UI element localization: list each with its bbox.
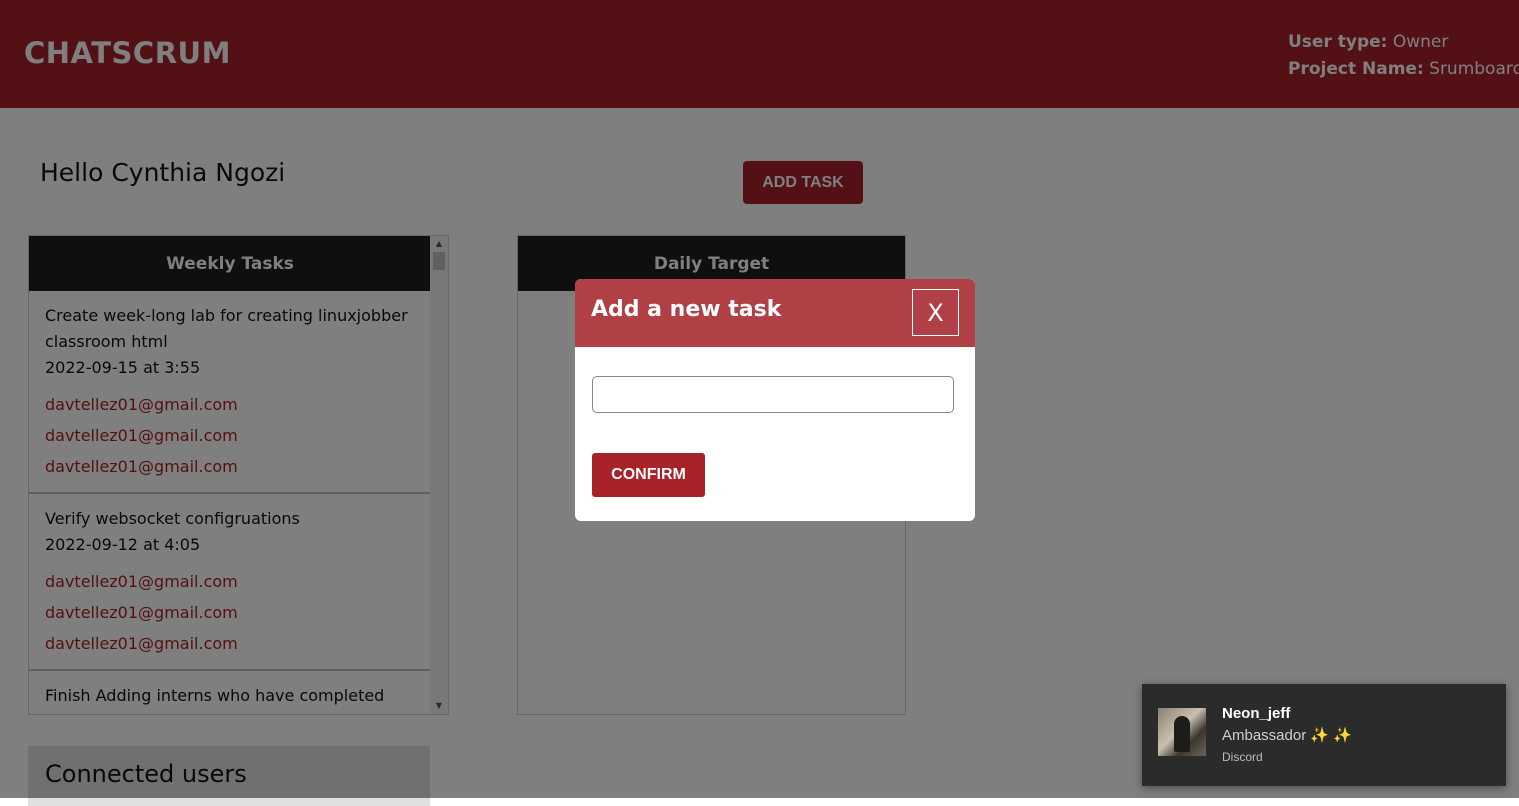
avatar xyxy=(1158,708,1206,756)
notification-user-name: Neon_jeff xyxy=(1222,705,1291,722)
modal-title: Add a new task xyxy=(591,297,782,322)
notification-source: Discord xyxy=(1222,750,1263,764)
confirm-button[interactable]: CONFIRM xyxy=(592,453,705,497)
close-modal-button[interactable]: X xyxy=(912,289,959,336)
modal-header: Add a new task X xyxy=(575,279,975,347)
discord-notification[interactable]: Neon_jeff Ambassador ✨ ✨ Discord xyxy=(1142,684,1506,786)
add-task-modal: Add a new task X CONFIRM xyxy=(575,279,975,521)
notification-user-role: Ambassador ✨ ✨ xyxy=(1222,727,1352,744)
task-name-input[interactable] xyxy=(592,376,954,413)
